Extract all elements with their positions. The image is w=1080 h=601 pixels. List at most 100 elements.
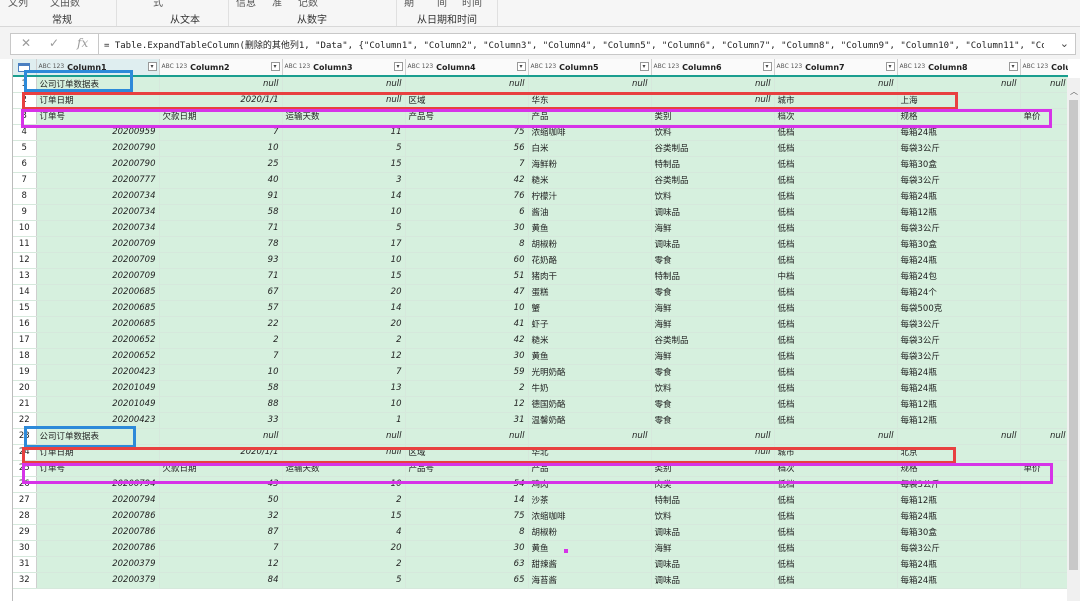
table-cell[interactable]: 低档 xyxy=(774,316,898,333)
table-cell[interactable]: 每袋3公斤 xyxy=(897,172,1021,189)
table-cell[interactable] xyxy=(1020,508,1068,525)
table-cell[interactable]: 低档 xyxy=(774,412,898,429)
table-cell[interactable]: 20200379 xyxy=(36,556,160,573)
table-cell[interactable]: 20200709 xyxy=(36,236,160,253)
type-any-icon[interactable]: ABC 123 xyxy=(654,64,680,70)
table-cell[interactable]: 低档 xyxy=(774,332,898,349)
table-cell[interactable]: 20200777 xyxy=(36,172,160,189)
fx-icon[interactable]: fx xyxy=(77,36,88,50)
table-cell[interactable]: 10 xyxy=(159,364,283,381)
table-cell[interactable] xyxy=(1020,540,1068,557)
table-cell[interactable] xyxy=(1020,124,1068,141)
table-cell[interactable]: 海鲜 xyxy=(651,316,775,333)
table-cell[interactable]: 低档 xyxy=(774,572,898,589)
formula-input[interactable]: = Table.ExpandTableColumn(删除的其他列1, "Data… xyxy=(104,38,1044,51)
table-cell[interactable]: 每箱24瓶 xyxy=(897,124,1021,141)
table-cell[interactable]: 每袋3公斤 xyxy=(897,540,1021,557)
table-cell[interactable]: 58 xyxy=(159,204,283,221)
table-cell[interactable]: 低档 xyxy=(774,124,898,141)
type-any-icon[interactable]: ABC 123 xyxy=(777,64,803,70)
table-cell[interactable]: 肉类 xyxy=(651,476,775,493)
table-cell[interactable]: 城市 xyxy=(774,444,898,461)
type-any-icon[interactable]: ABC 123 xyxy=(39,64,65,70)
table-cell[interactable]: 每箱24瓶 xyxy=(897,556,1021,573)
table-cell[interactable]: 每箱24瓶 xyxy=(897,188,1021,205)
table-cell[interactable]: null xyxy=(897,428,1021,445)
table-cell[interactable]: 档次 xyxy=(774,460,898,477)
table-cell[interactable]: 低档 xyxy=(774,348,898,365)
table-cell[interactable]: 20200790 xyxy=(36,140,160,157)
table-cell[interactable] xyxy=(1020,380,1068,397)
table-cell[interactable]: 产品 xyxy=(528,108,652,125)
table-cell[interactable]: 区域 xyxy=(405,92,529,109)
table-cell[interactable]: 区域 xyxy=(405,444,529,461)
table-cell[interactable]: 每箱24包 xyxy=(897,268,1021,285)
table-cell[interactable]: 58 xyxy=(159,380,283,397)
table-cell[interactable]: 60 xyxy=(405,252,529,269)
table-cell[interactable]: 41 xyxy=(405,316,529,333)
select-all-corner[interactable] xyxy=(13,59,37,77)
filter-dropdown-icon[interactable]: ▾ xyxy=(147,62,157,71)
table-cell[interactable]: 20200786 xyxy=(36,540,160,557)
table-cell[interactable]: 每袋3公斤 xyxy=(897,140,1021,157)
table-cell[interactable] xyxy=(1020,172,1068,189)
filter-dropdown-icon[interactable]: ▾ xyxy=(270,62,280,71)
table-cell[interactable]: 40 xyxy=(159,172,283,189)
table-cell[interactable]: 2 xyxy=(282,556,406,573)
table-cell[interactable]: 低档 xyxy=(774,204,898,221)
table-cell[interactable]: 低档 xyxy=(774,284,898,301)
table-cell[interactable]: 2 xyxy=(282,332,406,349)
table-cell[interactable]: 15 xyxy=(282,156,406,173)
column-header[interactable]: ABC 123 Column2 ▾ xyxy=(159,59,283,77)
table-cell[interactable]: 63 xyxy=(405,556,529,573)
type-any-icon[interactable]: ABC 123 xyxy=(162,64,188,70)
table-cell[interactable]: 20 xyxy=(282,316,406,333)
filter-dropdown-icon[interactable]: ▾ xyxy=(885,62,895,71)
table-cell[interactable]: 白米 xyxy=(528,140,652,157)
column-header[interactable]: ABC 123Column9 xyxy=(1020,59,1068,77)
table-cell[interactable]: 20200959 xyxy=(36,124,160,141)
table-cell[interactable] xyxy=(1020,140,1068,157)
ribbon-label[interactable]: 文由数 xyxy=(50,0,80,9)
table-cell[interactable]: 光明奶酪 xyxy=(528,364,652,381)
table-cell[interactable] xyxy=(1020,332,1068,349)
table-cell[interactable]: 6 xyxy=(405,204,529,221)
table-cell[interactable]: 零食 xyxy=(651,284,775,301)
table-cell[interactable]: 2 xyxy=(282,492,406,509)
table-cell[interactable]: 20200652 xyxy=(36,348,160,365)
table-cell[interactable]: 蛋糕 xyxy=(528,284,652,301)
table-cell[interactable]: 每箱12瓶 xyxy=(897,396,1021,413)
table-cell[interactable]: 20200734 xyxy=(36,220,160,237)
table-cell[interactable]: 调味品 xyxy=(651,204,775,221)
table-cell[interactable]: 10 xyxy=(405,300,529,317)
table-cell[interactable]: 20 xyxy=(282,540,406,557)
table-cell[interactable]: 花奶酪 xyxy=(528,252,652,269)
table-cell[interactable]: 谷类制品 xyxy=(651,172,775,189)
table-cell[interactable]: 75 xyxy=(405,124,529,141)
table-cell[interactable]: 低档 xyxy=(774,492,898,509)
table-cell[interactable]: 2020/1/1 xyxy=(159,444,283,461)
table-cell[interactable]: 产品 xyxy=(528,460,652,477)
table-cell[interactable]: 谷类制品 xyxy=(651,140,775,157)
table-cell[interactable]: 2 xyxy=(159,332,283,349)
table-cell[interactable]: null xyxy=(528,428,652,445)
table-cell[interactable]: 温馨奶酪 xyxy=(528,412,652,429)
table-cell[interactable]: 20200652 xyxy=(36,332,160,349)
table-cell[interactable]: 20200794 xyxy=(36,476,160,493)
table-cell[interactable]: 30 xyxy=(405,348,529,365)
table-cell[interactable]: 低档 xyxy=(774,396,898,413)
table-cell[interactable]: 订单号 xyxy=(36,108,160,125)
table-cell[interactable]: 饮料 xyxy=(651,508,775,525)
column-header[interactable]: ABC 123 Column7 ▾ xyxy=(774,59,898,77)
table-cell[interactable]: 饮料 xyxy=(651,124,775,141)
table-cell[interactable]: 30 xyxy=(405,220,529,237)
table-cell[interactable]: 低档 xyxy=(774,540,898,557)
column-header[interactable]: ABC 123 Column1 ▾ xyxy=(36,59,160,77)
table-cell[interactable]: 10 xyxy=(282,252,406,269)
table-cell[interactable]: 中档 xyxy=(774,268,898,285)
table-cell[interactable]: 42 xyxy=(405,172,529,189)
table-cell[interactable]: 42 xyxy=(405,332,529,349)
table-cell[interactable]: 低档 xyxy=(774,364,898,381)
column-header[interactable]: ABC 123 Column4 ▾ xyxy=(405,59,529,77)
table-cell[interactable]: 65 xyxy=(405,572,529,589)
